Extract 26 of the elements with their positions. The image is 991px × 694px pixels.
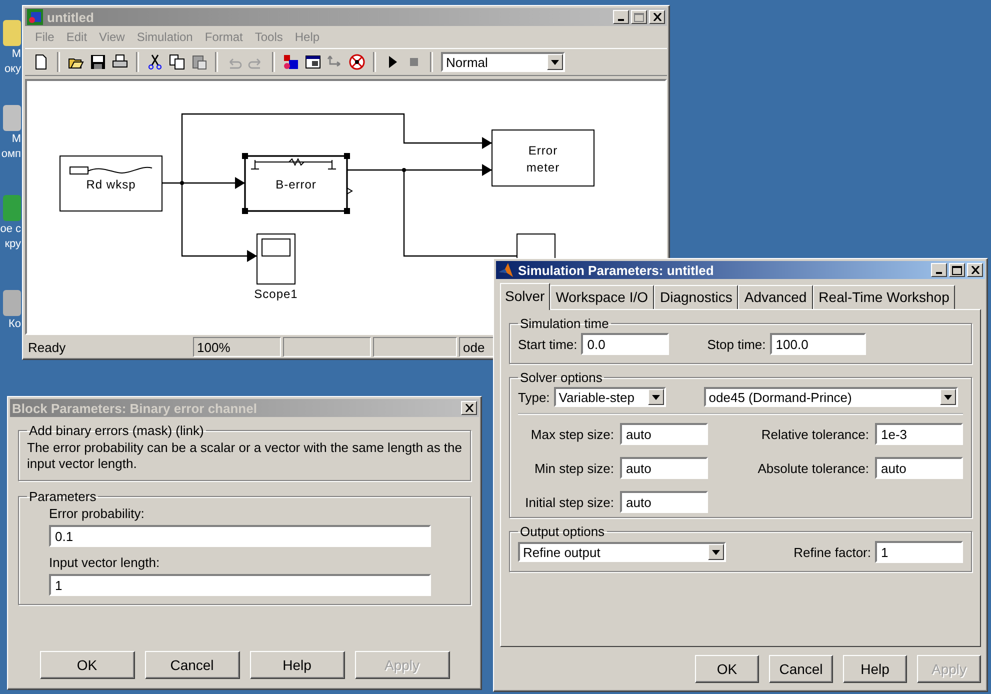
group-title: Solver options [519, 370, 604, 385]
field-label: Min step size: [534, 460, 614, 476]
field-label: Error probability: [49, 506, 146, 521]
zoom-level: 100% [193, 337, 281, 357]
window-title: Simulation Parameters: untitled [518, 262, 715, 278]
block-label: Rd wksp [86, 178, 136, 192]
block-label: Scope1 [254, 287, 298, 301]
field-label: Stop time: [707, 336, 766, 352]
group-title: Add binary errors (mask) (link) [28, 423, 205, 438]
block-label: B-error [276, 178, 316, 192]
window-title: Block Parameters: Binary error channel [12, 400, 258, 416]
group-title: Simulation time [519, 316, 610, 331]
field-label: Max step size: [530, 426, 614, 442]
field-label: Relative tolerance: [760, 426, 869, 442]
field-label: Initial step size: [524, 494, 614, 510]
description-text: The error probability can be a scalar or a vector with the same length as the input vector length. [27, 440, 462, 472]
field-label: Type: [518, 390, 550, 404]
window-title: untitled [47, 10, 95, 24]
field-label: Input vector length: [49, 555, 161, 570]
field-label: Refine factor: [794, 544, 871, 560]
field-label: Absolute tolerance: [756, 460, 869, 476]
status-text: Ready [27, 338, 67, 357]
group-title: Parameters [28, 489, 98, 504]
group-title: Output options [519, 524, 606, 539]
block-label: Error [528, 144, 558, 158]
block-label: meter [526, 160, 560, 174]
